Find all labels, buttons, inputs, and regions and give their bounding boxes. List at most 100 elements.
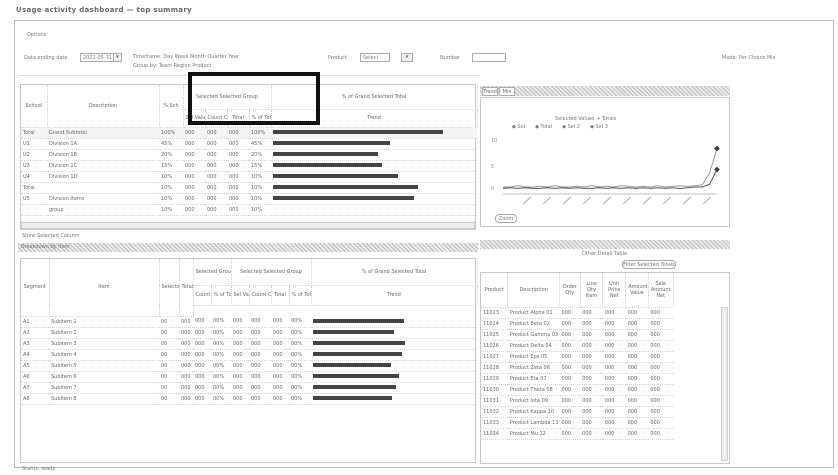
row-selcount: 00	[159, 360, 179, 372]
row-desc: Product Mu 12	[507, 428, 560, 440]
row-code: U2	[21, 149, 47, 161]
side-col-header[interactable]: Product	[481, 273, 509, 308]
row-count: 000	[205, 160, 227, 172]
table-row[interactable]: A7 Subitem 7 00 000 000 00% 000 000 000 00%	[21, 382, 478, 394]
legend-item: ◆ Total	[535, 124, 553, 130]
col-header-code[interactable]: School	[21, 85, 48, 128]
product-dropdown-button[interactable]: ▾	[401, 53, 413, 62]
page-title: Usage activity dashboard — top summary	[16, 6, 192, 14]
row-total: 000	[227, 182, 249, 194]
col-header-pct[interactable]: % Sch	[159, 85, 184, 128]
row-product: 11028	[481, 362, 508, 374]
row-v4: 00%	[289, 338, 312, 350]
group-header-grand: % of Grand Selected Total	[311, 259, 478, 286]
horizontal-scrollbar[interactable]	[21, 222, 475, 229]
row-count: 000	[205, 149, 227, 161]
row-v3: 000	[271, 382, 289, 394]
row-item: Subitem 8	[49, 393, 159, 405]
side-col-header[interactable]: Description	[507, 273, 561, 308]
table-row[interactable]: 11027 Product Eps 05 000 000 000 000 000	[481, 351, 729, 363]
table-row[interactable]: group 10% 000 000 000 10%	[21, 204, 478, 216]
side-col-header[interactable]: Amount Value	[625, 273, 649, 308]
radio-row-timeframe[interactable]: Timeframe: Day Week Month Quarter Year	[133, 54, 239, 60]
table-row[interactable]: 11033 Product Lambda 11 000 000 000 000 000	[481, 417, 729, 429]
row-net: 000	[648, 373, 674, 385]
table-row[interactable]: 11026 Product Delta 04 000 000 000 000 000	[481, 340, 729, 352]
table-row[interactable]: 11034 Product Mu 12 000 000 000 000 000	[481, 428, 729, 440]
table-row[interactable]: 11030 Product Theta 08 000 000 000 000 000	[481, 384, 729, 396]
row-price: 000	[602, 417, 626, 429]
table-row[interactable]: U5 Division Items 10% 000 000 000 10%	[21, 193, 478, 205]
table-row[interactable]: Total Grand Subtotal 100% 000 000 000 100%	[21, 127, 478, 139]
show-selected-link[interactable]: Show Selected Column	[22, 233, 80, 239]
row-sel: 000	[183, 127, 205, 139]
table-row[interactable]: 11025 Product Gamma 03 000 000 000 000 000	[481, 329, 729, 341]
row-segment: A8	[21, 393, 49, 405]
row-trend	[271, 127, 478, 139]
row-v4: 00%	[289, 327, 312, 339]
col-header-segment[interactable]: Segment	[21, 259, 50, 317]
tab-mix[interactable]: Mix	[499, 87, 515, 96]
filter-selected-button[interactable]: Filter Selected Totals	[622, 260, 676, 269]
row-v4: 00%	[289, 349, 312, 361]
date-label: Data ending date	[24, 55, 68, 61]
col-header-v4[interactable]: % of Total	[289, 285, 312, 306]
row-selcount: 00	[159, 382, 179, 394]
row-sel: 000	[183, 193, 205, 205]
side-col-header[interactable]: Sale Amount Net	[648, 273, 674, 308]
row-desc: Division 1B	[47, 149, 159, 161]
product-select[interactable]: Select	[360, 53, 390, 62]
col-header-v1[interactable]: Sel Values	[231, 285, 250, 306]
col-header-v3[interactable]: Total	[271, 285, 290, 306]
table-row[interactable]: Total 10% 000 000 000 10%	[21, 182, 478, 194]
col-header-pct[interactable]: % of Total	[211, 285, 232, 306]
side-col-header[interactable]: Order Qty	[559, 273, 581, 308]
table-row[interactable]: A6 Subitem 6 00 000 000 00% 000 000 000 00%	[21, 371, 478, 383]
table-row[interactable]: A3 Subitem 3 00 000 000 00% 000 000 000 00%	[21, 338, 478, 350]
side-col-header[interactable]: Unit Price Net	[602, 273, 627, 308]
table-row[interactable]: 11024 Product Beta 02 000 000 000 000 000	[481, 318, 729, 330]
col-header-selcount[interactable]: Selected Sel Count	[159, 259, 180, 317]
table-row[interactable]: A4 Subitem 4 00 000 000 00% 000 000 000 00%	[21, 349, 478, 361]
col-header-count[interactable]: Count	[193, 285, 212, 306]
table-row[interactable]: U1 Division 1A 45% 000 000 000 45%	[21, 138, 478, 150]
zoom-button[interactable]: Zoom	[495, 214, 517, 223]
table-row[interactable]: U4 Division 1D 10% 000 000 000 10%	[21, 171, 478, 183]
col-header-total[interactable]: Total	[179, 259, 194, 317]
row-v2: 000	[249, 393, 271, 405]
row-count: 000	[193, 338, 211, 350]
table-row[interactable]: U2 Division 1B 20% 000 000 000 20%	[21, 149, 478, 161]
table-row[interactable]: A1 Subitem 1 00 000 000 00% 000 000 000 00%	[21, 316, 478, 328]
table-row[interactable]: A8 Subitem 8 00 000 000 00% 000 000 000 00%	[21, 393, 478, 405]
col-header-trend[interactable]: Trend	[311, 285, 478, 306]
table-row[interactable]: 11029 Product Eta 07 000 000 000 000 000	[481, 373, 729, 385]
vertical-scrollbar[interactable]	[721, 307, 728, 461]
row-trend	[271, 160, 478, 172]
number-label: Number	[440, 55, 461, 61]
table-row[interactable]: U3 Division 1C 15% 000 000 000 15%	[21, 160, 478, 172]
row-count: 000	[193, 349, 211, 361]
col-header-desc[interactable]: Description	[47, 85, 160, 128]
table-row[interactable]: 11023 Product Alpha 01 000 000 000 000 000	[481, 307, 729, 319]
row-item: Subitem 6	[49, 371, 159, 383]
x-tick-label	[562, 196, 572, 205]
side-col-header[interactable]: Line Qty Item	[580, 273, 604, 308]
row-item: Subitem 7	[49, 382, 159, 394]
number-input[interactable]	[472, 53, 506, 62]
date-select[interactable]: 2021-05-31 ▾	[80, 53, 122, 62]
table-row[interactable]: A2 Subitem 2 00 000 000 00% 000 000 000 00%	[21, 327, 478, 339]
table-row[interactable]: 11031 Product Iota 09 000 000 000 000 000	[481, 395, 729, 407]
tab-trend[interactable]: Trend	[482, 87, 498, 96]
row-amount: 000	[625, 340, 649, 352]
table-row[interactable]: 11028 Product Zeta 06 000 000 000 000 000	[481, 362, 729, 374]
row-v2: 000	[249, 349, 271, 361]
table-row[interactable]: 11032 Product Kappa 10 000 000 000 000 000	[481, 406, 729, 418]
row-code: U5	[21, 193, 47, 205]
trend-bar	[273, 141, 391, 145]
row-trend	[271, 204, 478, 216]
row-net: 000	[648, 329, 674, 341]
radio-row-groupby[interactable]: Group by: Team Region Product	[133, 63, 211, 69]
col-header-item[interactable]: Item	[49, 259, 160, 317]
col-header-v2[interactable]: Count Count	[249, 285, 272, 306]
table-row[interactable]: A5 Subitem 5 00 000 000 00% 000 000 000 00%	[21, 360, 478, 372]
